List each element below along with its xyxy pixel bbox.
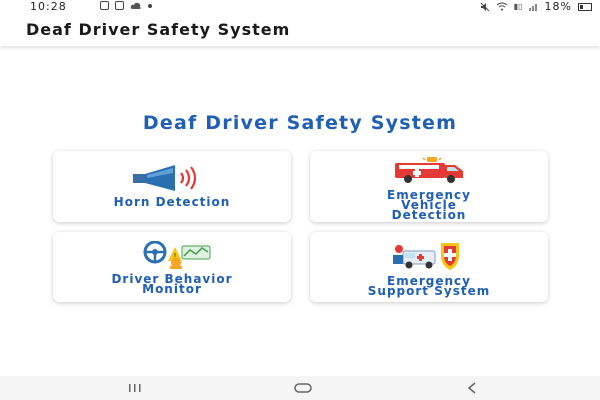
signal-icon bbox=[528, 4, 537, 11]
status-bar: 10:28 ▮▯ 18% bbox=[0, 0, 600, 14]
home-icon bbox=[294, 383, 312, 393]
back-button[interactable] bbox=[452, 380, 492, 396]
card-label: Horn Detection bbox=[113, 195, 231, 209]
ambulance-shield-icon bbox=[393, 243, 459, 270]
wifi-icon bbox=[496, 2, 508, 11]
cloud-icon bbox=[130, 2, 141, 9]
mute-icon bbox=[480, 2, 490, 11]
card-label: Emergency Vehicle Detection bbox=[387, 188, 471, 222]
recent-apps-icon bbox=[129, 384, 141, 392]
driver-behavior-monitor-card[interactable]: ! Driver Behavior Monitor bbox=[53, 232, 291, 302]
card-label: Emergency Support System bbox=[367, 274, 491, 298]
image-icon bbox=[115, 1, 124, 10]
page-title: Deaf Driver Safety System bbox=[142, 112, 458, 134]
app-bar: Deaf Driver Safety System bbox=[0, 14, 600, 46]
horn-speaker-icon bbox=[133, 165, 197, 191]
system-icons: ▮▯ 18% bbox=[480, 0, 592, 13]
battery-icon bbox=[578, 2, 592, 11]
recent-apps-button[interactable] bbox=[115, 380, 155, 396]
status-time: 10:28 bbox=[30, 0, 67, 13]
battery-percentage: 18% bbox=[544, 0, 572, 13]
volte-icon: ▮▯ bbox=[513, 2, 523, 11]
ambulance-icon bbox=[395, 157, 463, 183]
horn-detection-card[interactable]: Horn Detection bbox=[53, 151, 291, 222]
emergency-support-system-card[interactable]: Emergency Support System bbox=[310, 232, 548, 302]
back-icon bbox=[467, 382, 476, 394]
steering-wheel-icon: ! bbox=[143, 241, 211, 269]
home-button[interactable] bbox=[283, 380, 323, 396]
notification-icons bbox=[100, 1, 152, 10]
message-icon bbox=[100, 1, 109, 10]
dot-icon bbox=[148, 3, 152, 8]
card-label: Driver Behavior Monitor bbox=[111, 272, 233, 296]
app-title: Deaf Driver Safety System bbox=[26, 20, 291, 39]
emergency-vehicle-detection-card[interactable]: Emergency Vehicle Detection bbox=[310, 151, 548, 222]
system-nav-bar bbox=[0, 376, 600, 400]
